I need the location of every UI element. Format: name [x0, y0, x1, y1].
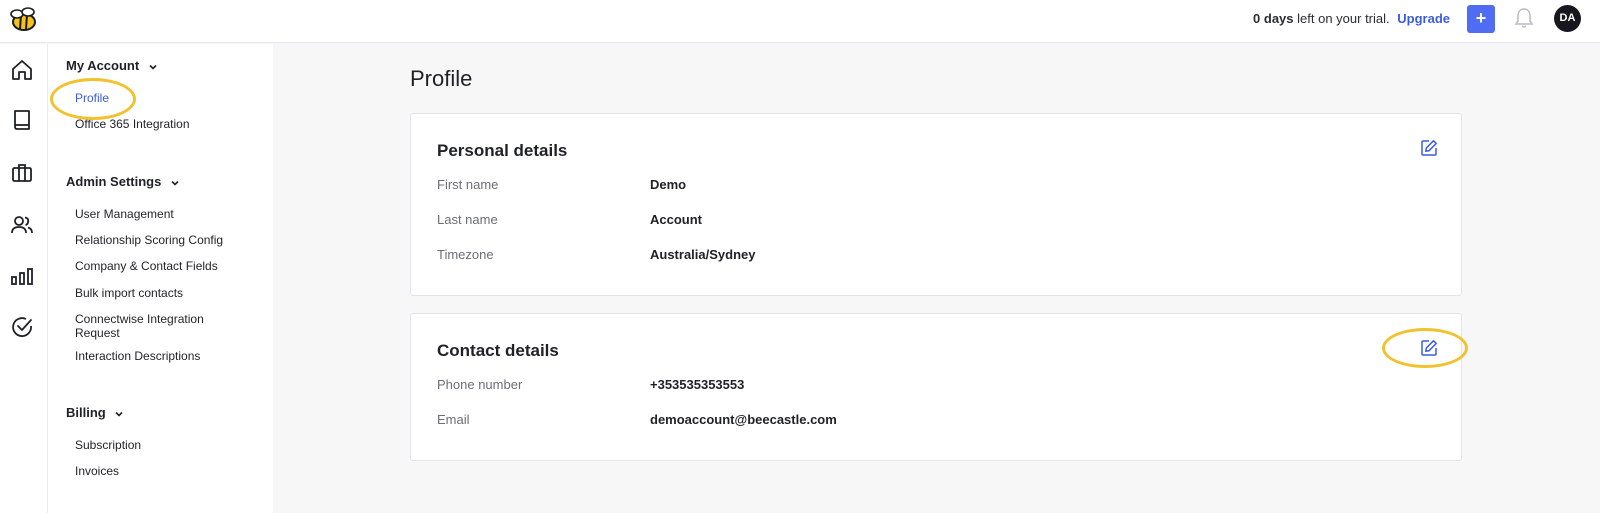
- email-value: demoaccount@beecastle.com: [650, 412, 837, 427]
- sidebar-item-connectwise-integration-request[interactable]: Connectwise Integration Request: [75, 312, 225, 340]
- briefcase-icon[interactable]: [10, 161, 34, 185]
- first-name-value: Demo: [650, 177, 687, 192]
- admin-settings-title: Admin Settings: [66, 174, 162, 189]
- first-name-label: First name: [437, 177, 499, 192]
- personal-details-card: Personal details First name Demo Last na…: [410, 113, 1462, 296]
- edit-highlight-oval: [1382, 328, 1468, 368]
- sidebar-item-relationship-scoring-config[interactable]: Relationship Scoring Config: [75, 233, 255, 247]
- chevron-down-icon: [115, 411, 123, 417]
- bell-icon[interactable]: [1514, 7, 1534, 29]
- upgrade-link[interactable]: Upgrade: [1397, 11, 1450, 26]
- page-title: Profile: [410, 66, 473, 91]
- bar-chart-icon[interactable]: [10, 264, 34, 288]
- phone-number-value: +353535353553: [650, 377, 745, 392]
- sidebar-item-interaction-descriptions[interactable]: Interaction Descriptions: [75, 349, 255, 363]
- home-icon[interactable]: [10, 58, 34, 82]
- contact-details-title: Contact details: [437, 341, 559, 360]
- last-name-label: Last name: [437, 212, 498, 227]
- billing-section-toggle[interactable]: Billing: [66, 405, 124, 420]
- check-circle-icon[interactable]: [10, 315, 34, 339]
- sidebar-item-invoices[interactable]: Invoices: [75, 464, 255, 478]
- sidebar-item-company-contact-fields[interactable]: Company & Contact Fields: [75, 259, 255, 273]
- add-button[interactable]: +: [1467, 5, 1495, 33]
- chevron-down-icon: [149, 64, 157, 70]
- book-icon[interactable]: [10, 108, 34, 132]
- profile-highlight-oval: [50, 78, 136, 120]
- trial-status: 0 days left on your trial. Upgrade: [1160, 11, 1450, 26]
- contact-details-card: Contact details Phone number +3535353535…: [410, 313, 1462, 461]
- email-label: Email: [437, 412, 470, 427]
- top-bar: 0 days left on your trial. Upgrade + DA: [0, 0, 1600, 43]
- trial-text: left on your trial.: [1297, 11, 1390, 26]
- timezone-value: Australia/Sydney: [650, 247, 756, 262]
- sidebar-item-bulk-import-contacts[interactable]: Bulk import contacts: [75, 286, 255, 300]
- users-icon[interactable]: [10, 213, 34, 237]
- phone-number-label: Phone number: [437, 377, 523, 392]
- sidebar-item-user-management[interactable]: User Management: [75, 207, 255, 221]
- icon-rail: [0, 44, 48, 513]
- timezone-label: Timezone: [437, 247, 494, 262]
- my-account-title: My Account: [66, 58, 140, 73]
- chevron-down-icon: [171, 180, 179, 186]
- trial-days: 0 days: [1253, 11, 1294, 26]
- bee-logo-icon[interactable]: [8, 7, 38, 33]
- personal-details-title: Personal details: [437, 141, 568, 160]
- my-account-section-toggle[interactable]: My Account: [66, 58, 158, 73]
- admin-settings-section-toggle[interactable]: Admin Settings: [66, 174, 180, 189]
- last-name-value: Account: [650, 212, 702, 227]
- billing-title: Billing: [66, 405, 106, 420]
- edit-icon[interactable]: [1420, 139, 1438, 157]
- avatar[interactable]: DA: [1554, 5, 1581, 32]
- sidebar-item-subscription[interactable]: Subscription: [75, 438, 255, 452]
